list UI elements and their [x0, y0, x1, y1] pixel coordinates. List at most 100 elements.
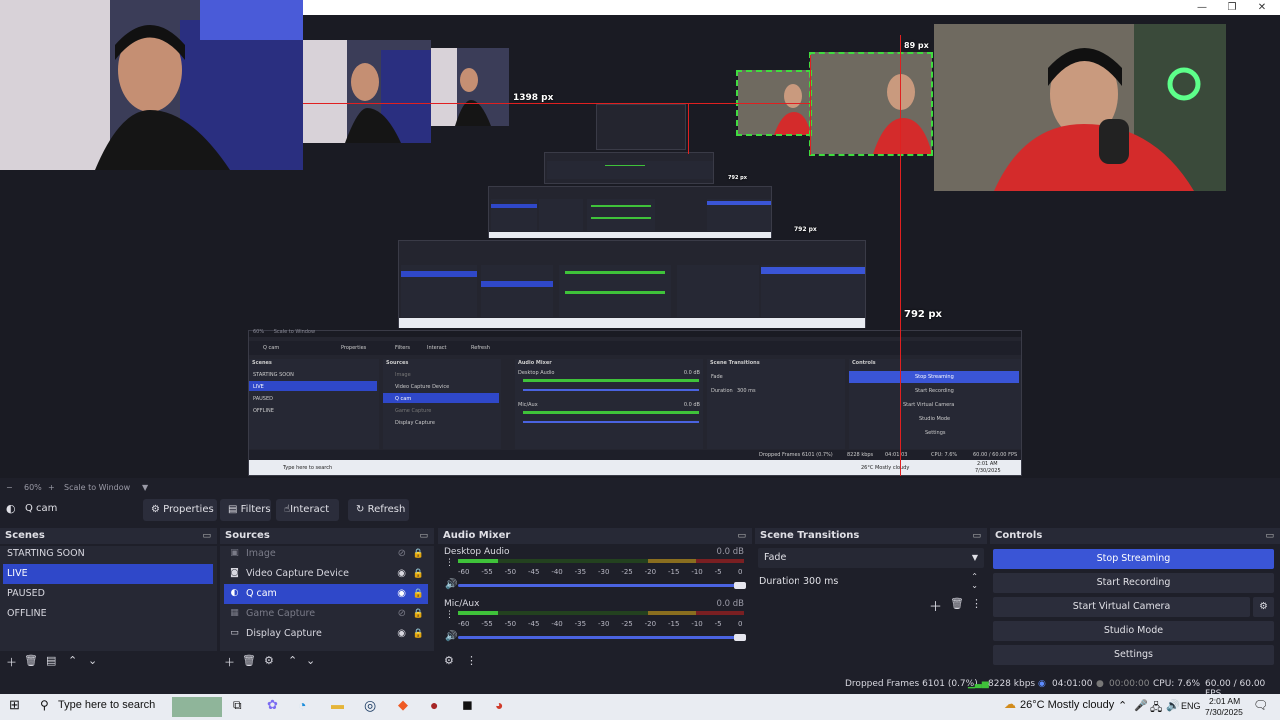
edge-icon[interactable]: ◔ — [298, 697, 306, 713]
chevron-up-icon[interactable]: ⌃ — [68, 654, 77, 667]
lock-icon[interactable]: 🔒 — [413, 564, 424, 584]
eye-icon[interactable]: ◉ — [397, 584, 406, 604]
studio-mode-button[interactable]: Studio Mode — [993, 621, 1274, 641]
start-virtual-camera-button[interactable]: Start Virtual Camera — [993, 597, 1250, 617]
mixer-title: Audio Mixer — [443, 530, 511, 541]
desktop-audio-volume-knob[interactable] — [734, 582, 746, 589]
trash-icon[interactable]: 🗑 — [242, 654, 256, 667]
virtual-camera-settings-button[interactable]: ⚙ — [1253, 597, 1274, 617]
mic-aux-meter — [458, 611, 744, 615]
eye-hidden-icon[interactable]: ⊘ — [398, 544, 406, 564]
desktop-audio-volume-slider[interactable] — [458, 584, 736, 587]
source-item-video-capture[interactable]: ◙ Video Capture Device ◉ 🔒 — [224, 564, 428, 584]
inner-mixer-title: Audio Mixer — [518, 360, 552, 366]
epic-games-icon[interactable]: ◼ — [462, 697, 473, 713]
taskbar-date[interactable]: 7/30/2025 — [1205, 707, 1243, 717]
scale-mode-label[interactable]: Scale to Window — [64, 483, 130, 492]
chevron-down-icon[interactable]: ⌄ — [306, 654, 315, 667]
eye-icon[interactable]: ◉ — [397, 624, 406, 644]
undock-icon[interactable]: ▭ — [972, 528, 981, 544]
undock-icon[interactable]: ▭ — [1265, 528, 1274, 544]
scale-dropdown-icon[interactable]: ▼ — [142, 483, 148, 492]
chevron-up-icon[interactable]: ⌃ — [288, 654, 297, 667]
properties-button[interactable]: ⚙ Properties — [143, 499, 217, 521]
scene-item-live[interactable]: LIVE — [3, 564, 213, 584]
chevron-down-icon[interactable]: ⌄ — [971, 576, 978, 596]
settings-button[interactable]: Settings — [993, 645, 1274, 665]
kebab-icon[interactable]: ⋮ — [466, 654, 477, 667]
duration-field[interactable]: 300 ms ⌃ ⌄ — [799, 572, 984, 592]
chevron-down-icon[interactable]: ⌄ — [88, 654, 97, 667]
brave-icon[interactable]: ◆ — [398, 697, 408, 713]
close-icon[interactable]: ✕ — [1247, 0, 1277, 15]
mic-aux-volume-knob[interactable] — [734, 634, 746, 641]
lock-icon[interactable]: 🔒 — [413, 544, 424, 564]
obs-icon[interactable]: ● — [430, 697, 438, 713]
start-recording-button[interactable]: Start Recording — [993, 573, 1274, 593]
chevron-up-icon[interactable]: ⌃ — [1118, 699, 1127, 712]
minimize-icon[interactable]: — — [1187, 0, 1217, 15]
kebab-icon[interactable]: ⋮ — [445, 558, 454, 568]
zoom-in-button[interactable]: + — [48, 483, 55, 492]
sources-dock: Sources ▭ ▣ Image ⊘ 🔒 ◙ Video Capture De… — [220, 528, 434, 671]
taskbar-highlights-image[interactable] — [172, 697, 222, 717]
steam-icon[interactable]: ◎ — [364, 697, 376, 714]
preview-canvas[interactable]: — ❐ ✕ 60% Scale to Window Q cam Properti… — [0, 0, 1280, 478]
scene-item-offline[interactable]: OFFLINE — [3, 604, 213, 624]
taskbar-time[interactable]: 2:01 AM — [1209, 696, 1240, 706]
trash-icon[interactable]: 🗑 — [24, 654, 38, 667]
eye-hidden-icon[interactable]: ⊘ — [398, 604, 406, 624]
undock-icon[interactable]: ▭ — [202, 528, 211, 544]
restore-icon[interactable]: ❐ — [1217, 0, 1247, 15]
selected-source-name: Q cam — [25, 503, 58, 514]
eye-icon[interactable]: ◉ — [397, 564, 406, 584]
network-icon[interactable]: 🖧 — [1150, 699, 1162, 718]
speaker-icon[interactable]: 🔊 — [445, 579, 457, 590]
record-time: 00:00:00 — [1109, 679, 1150, 689]
task-view-icon[interactable]: ⧉ — [233, 698, 242, 713]
copilot-icon[interactable]: ✿ — [267, 697, 278, 713]
trash-icon[interactable]: 🗑 — [950, 597, 964, 610]
source-item-game-capture[interactable]: ▦ Game Capture ⊘ 🔒 — [224, 604, 428, 624]
taskbar-search-input[interactable]: Type here to search — [58, 699, 155, 711]
transition-select[interactable]: Fade ▼ — [758, 548, 984, 568]
record-icon: ● — [1096, 679, 1104, 689]
weather-text[interactable]: 26°C Mostly cloudy — [1020, 699, 1114, 711]
refresh-button[interactable]: ↻ Refresh — [348, 499, 409, 521]
add-icon[interactable]: ＋ — [929, 596, 942, 615]
add-icon[interactable]: ＋ — [224, 654, 235, 670]
microphone-icon[interactable]: 🎤 — [1134, 699, 1148, 712]
lock-icon[interactable]: 🔒 — [413, 584, 424, 604]
scene-item-paused[interactable]: PAUSED — [3, 584, 213, 604]
undock-icon[interactable]: ▭ — [737, 528, 746, 544]
db-tick-label: -60 — [458, 620, 470, 628]
volume-icon[interactable]: 🔊 — [1166, 699, 1180, 712]
language-indicator[interactable]: ENG — [1181, 701, 1201, 711]
source-item-q-cam[interactable]: ◐ Q cam ◉ 🔒 — [224, 584, 428, 604]
kebab-icon[interactable]: ⋮ — [445, 610, 454, 620]
mic-aux-volume-slider[interactable] — [458, 636, 736, 639]
inner-transition-fade: Fade — [711, 374, 723, 380]
chrome-icon[interactable]: ◕ — [495, 697, 503, 713]
speaker-icon[interactable]: 🔊 — [445, 631, 457, 642]
scene-item-starting-soon[interactable]: STARTING SOON — [3, 544, 213, 564]
kebab-icon[interactable]: ⋮ — [971, 597, 982, 610]
lock-icon[interactable]: 🔒 — [413, 604, 424, 624]
advanced-audio-icon[interactable]: ⚙ — [444, 654, 454, 667]
windows-start-icon[interactable]: ⊞ — [9, 697, 20, 713]
search-icon[interactable]: ⚲ — [40, 698, 49, 712]
source-item-image[interactable]: ▣ Image ⊘ 🔒 — [224, 544, 428, 564]
stop-streaming-button[interactable]: Stop Streaming — [993, 549, 1274, 569]
filter-icon[interactable]: ▤ — [46, 654, 56, 667]
inner-sources-dock: Sources Image Video Capture Device Q cam… — [383, 359, 501, 449]
add-icon[interactable]: ＋ — [6, 654, 17, 670]
gear-icon[interactable]: ⚙ — [264, 654, 274, 667]
lock-icon[interactable]: 🔒 — [413, 624, 424, 644]
filters-button[interactable]: ▤ Filters — [220, 499, 271, 521]
folder-icon[interactable]: ▬ — [331, 697, 344, 712]
notification-icon[interactable]: 🗨 — [1253, 698, 1268, 712]
undock-icon[interactable]: ▭ — [419, 528, 428, 544]
zoom-out-button[interactable]: − — [6, 483, 13, 492]
interact-button[interactable]: ☝Interact — [276, 499, 339, 521]
source-item-display-capture[interactable]: ▭ Display Capture ◉ 🔒 — [224, 624, 428, 644]
